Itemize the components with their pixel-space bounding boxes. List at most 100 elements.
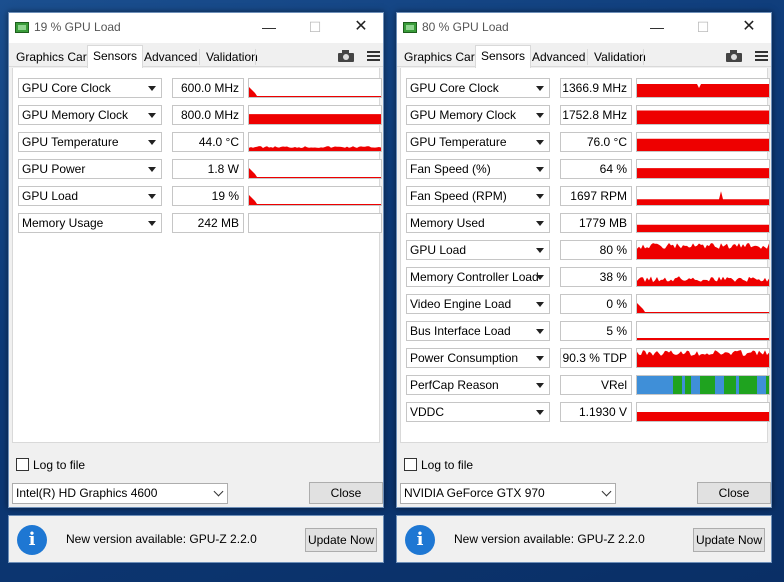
sensor-name-select[interactable]: VDDC [406,402,550,422]
sensor-row: GPU Core Clock 600.0 MHz [18,78,384,98]
title-bar[interactable]: 19 % GPU Load — ☐ ✕ [9,13,383,43]
perfcap-bar [730,376,733,394]
tab-advanced[interactable]: Advanced [526,47,591,67]
sensor-name-select[interactable]: GPU Load [18,186,162,206]
sensor-name: Memory Controller Load [410,270,539,284]
dropdown-arrow-icon [536,86,544,91]
camera-icon[interactable] [725,49,743,63]
log-to-file-checkbox[interactable] [16,458,29,471]
sensor-name-select[interactable]: GPU Memory Clock [406,105,550,125]
sensor-value: 90.3 % TDP [560,348,632,368]
perfcap-bar [736,376,739,394]
update-now-button[interactable]: Update Now [693,528,765,552]
sensor-value: 19 % [172,186,244,206]
tab-sensors[interactable]: Sensors [475,45,532,68]
close-button[interactable]: Close [697,482,771,504]
sensor-value: VRel [560,375,632,395]
sensor-name: GPU Temperature [22,135,119,149]
update-now-button[interactable]: Update Now [305,528,377,552]
close-icon[interactable]: ✕ [727,13,771,43]
sensor-name-select[interactable]: Bus Interface Load [406,321,550,341]
sensor-name-select[interactable]: PerfCap Reason [406,375,550,395]
maximize-icon[interactable]: ☐ [293,13,337,43]
sensor-graph-area [249,114,381,124]
sensor-row: GPU Memory Clock 800.0 MHz [18,105,384,125]
sensor-value: 600.0 MHz [172,78,244,98]
sensor-value: 1.8 W [172,159,244,179]
sensor-graph [636,159,770,179]
perfcap-bar [766,376,769,394]
tab-advanced[interactable]: Advanced [138,47,203,67]
dropdown-arrow-icon [536,140,544,145]
sensor-name-select[interactable]: GPU Power [18,159,162,179]
sensor-name-select[interactable]: GPU Load [406,240,550,260]
sensor-name: GPU Power [22,162,86,176]
perfcap-bar [643,376,646,394]
minimize-icon[interactable]: — [635,13,679,43]
close-button[interactable]: Close [309,482,383,504]
perfcap-bar [757,376,760,394]
perfcap-bar [760,376,763,394]
sensor-name: GPU Memory Clock [410,108,517,122]
sensor-name-select[interactable]: Power Consumption [406,348,550,368]
sensor-name-select[interactable]: Memory Controller Load [406,267,550,287]
sensor-name: Memory Used [410,216,485,230]
sensor-name-select[interactable]: Memory Used [406,213,550,233]
sensor-name-select[interactable]: GPU Core Clock [406,78,550,98]
sensor-row: Memory Usage 242 MB [18,213,384,233]
camera-icon[interactable] [337,49,355,63]
sensor-value: 242 MB [172,213,244,233]
sensor-name-select[interactable]: GPU Core Clock [18,78,162,98]
chevron-down-icon [213,486,224,497]
tab-graphics-card[interactable]: Graphics Card [398,47,487,67]
perfcap-bar [658,376,661,394]
sensor-row: VDDC 1.1930 V [406,402,772,422]
sensor-graph-area [637,84,769,97]
perfcap-bar [751,376,754,394]
sensor-graph [636,348,770,368]
perfcap-bar [670,376,673,394]
perfcap-bar [637,376,640,394]
sensor-value: 1697 RPM [560,186,632,206]
sensor-name: Power Consumption [410,351,519,365]
tab-sensors[interactable]: Sensors [87,45,144,68]
sensors-panel: GPU Core Clock 1366.9 MHz GPU Memory Clock… [400,68,770,443]
perfcap-bar [673,376,676,394]
perfcap-bar [646,376,649,394]
sensor-name-select[interactable]: Fan Speed (%) [406,159,550,179]
hamburger-menu-icon[interactable] [365,49,383,63]
sensor-name-select[interactable]: Fan Speed (RPM) [406,186,550,206]
perfcap-bar [664,376,667,394]
maximize-icon[interactable]: ☐ [681,13,725,43]
gpu-select-dropdown[interactable]: NVIDIA GeForce GTX 970 [400,483,616,504]
tab-graphics-card[interactable]: Graphics Card [10,47,99,67]
gpuz-window-intel: 19 % GPU Load — ☐ ✕ Graphics Card Sensor… [8,12,384,508]
sensor-graph-area [249,146,381,151]
title-bar[interactable]: 80 % GPU Load — ☐ ✕ [397,13,771,43]
dropdown-arrow-icon [536,248,544,253]
perfcap-bar [676,376,679,394]
sensor-name-select[interactable]: Video Engine Load [406,294,550,314]
perfcap-bar [691,376,694,394]
perfcap-bar [706,376,709,394]
close-icon[interactable]: ✕ [339,13,383,43]
sensor-name-select[interactable]: GPU Temperature [18,132,162,152]
sensor-row: Fan Speed (RPM) 1697 RPM [406,186,772,206]
sensor-name: VDDC [410,405,445,419]
sensor-name: Fan Speed (%) [410,162,491,176]
sensor-name-select[interactable]: GPU Memory Clock [18,105,162,125]
log-to-file-checkbox[interactable] [404,458,417,471]
sensor-name: Video Engine Load [410,297,512,311]
sensor-name-select[interactable]: GPU Temperature [406,132,550,152]
perfcap-bar [709,376,712,394]
sensor-graph-area [637,110,769,124]
sensor-name-select[interactable]: Memory Usage [18,213,162,233]
gpu-select-dropdown[interactable]: Intel(R) HD Graphics 4600 [12,483,228,504]
dropdown-arrow-icon [536,113,544,118]
dropdown-arrow-icon [148,194,156,199]
tab-divider [643,49,644,65]
hamburger-menu-icon[interactable] [753,49,771,63]
minimize-icon[interactable]: — [247,13,291,43]
perfcap-bar [721,376,724,394]
sensors-panel: GPU Core Clock 600.0 MHz GPU Memory Clock 8… [12,68,382,443]
